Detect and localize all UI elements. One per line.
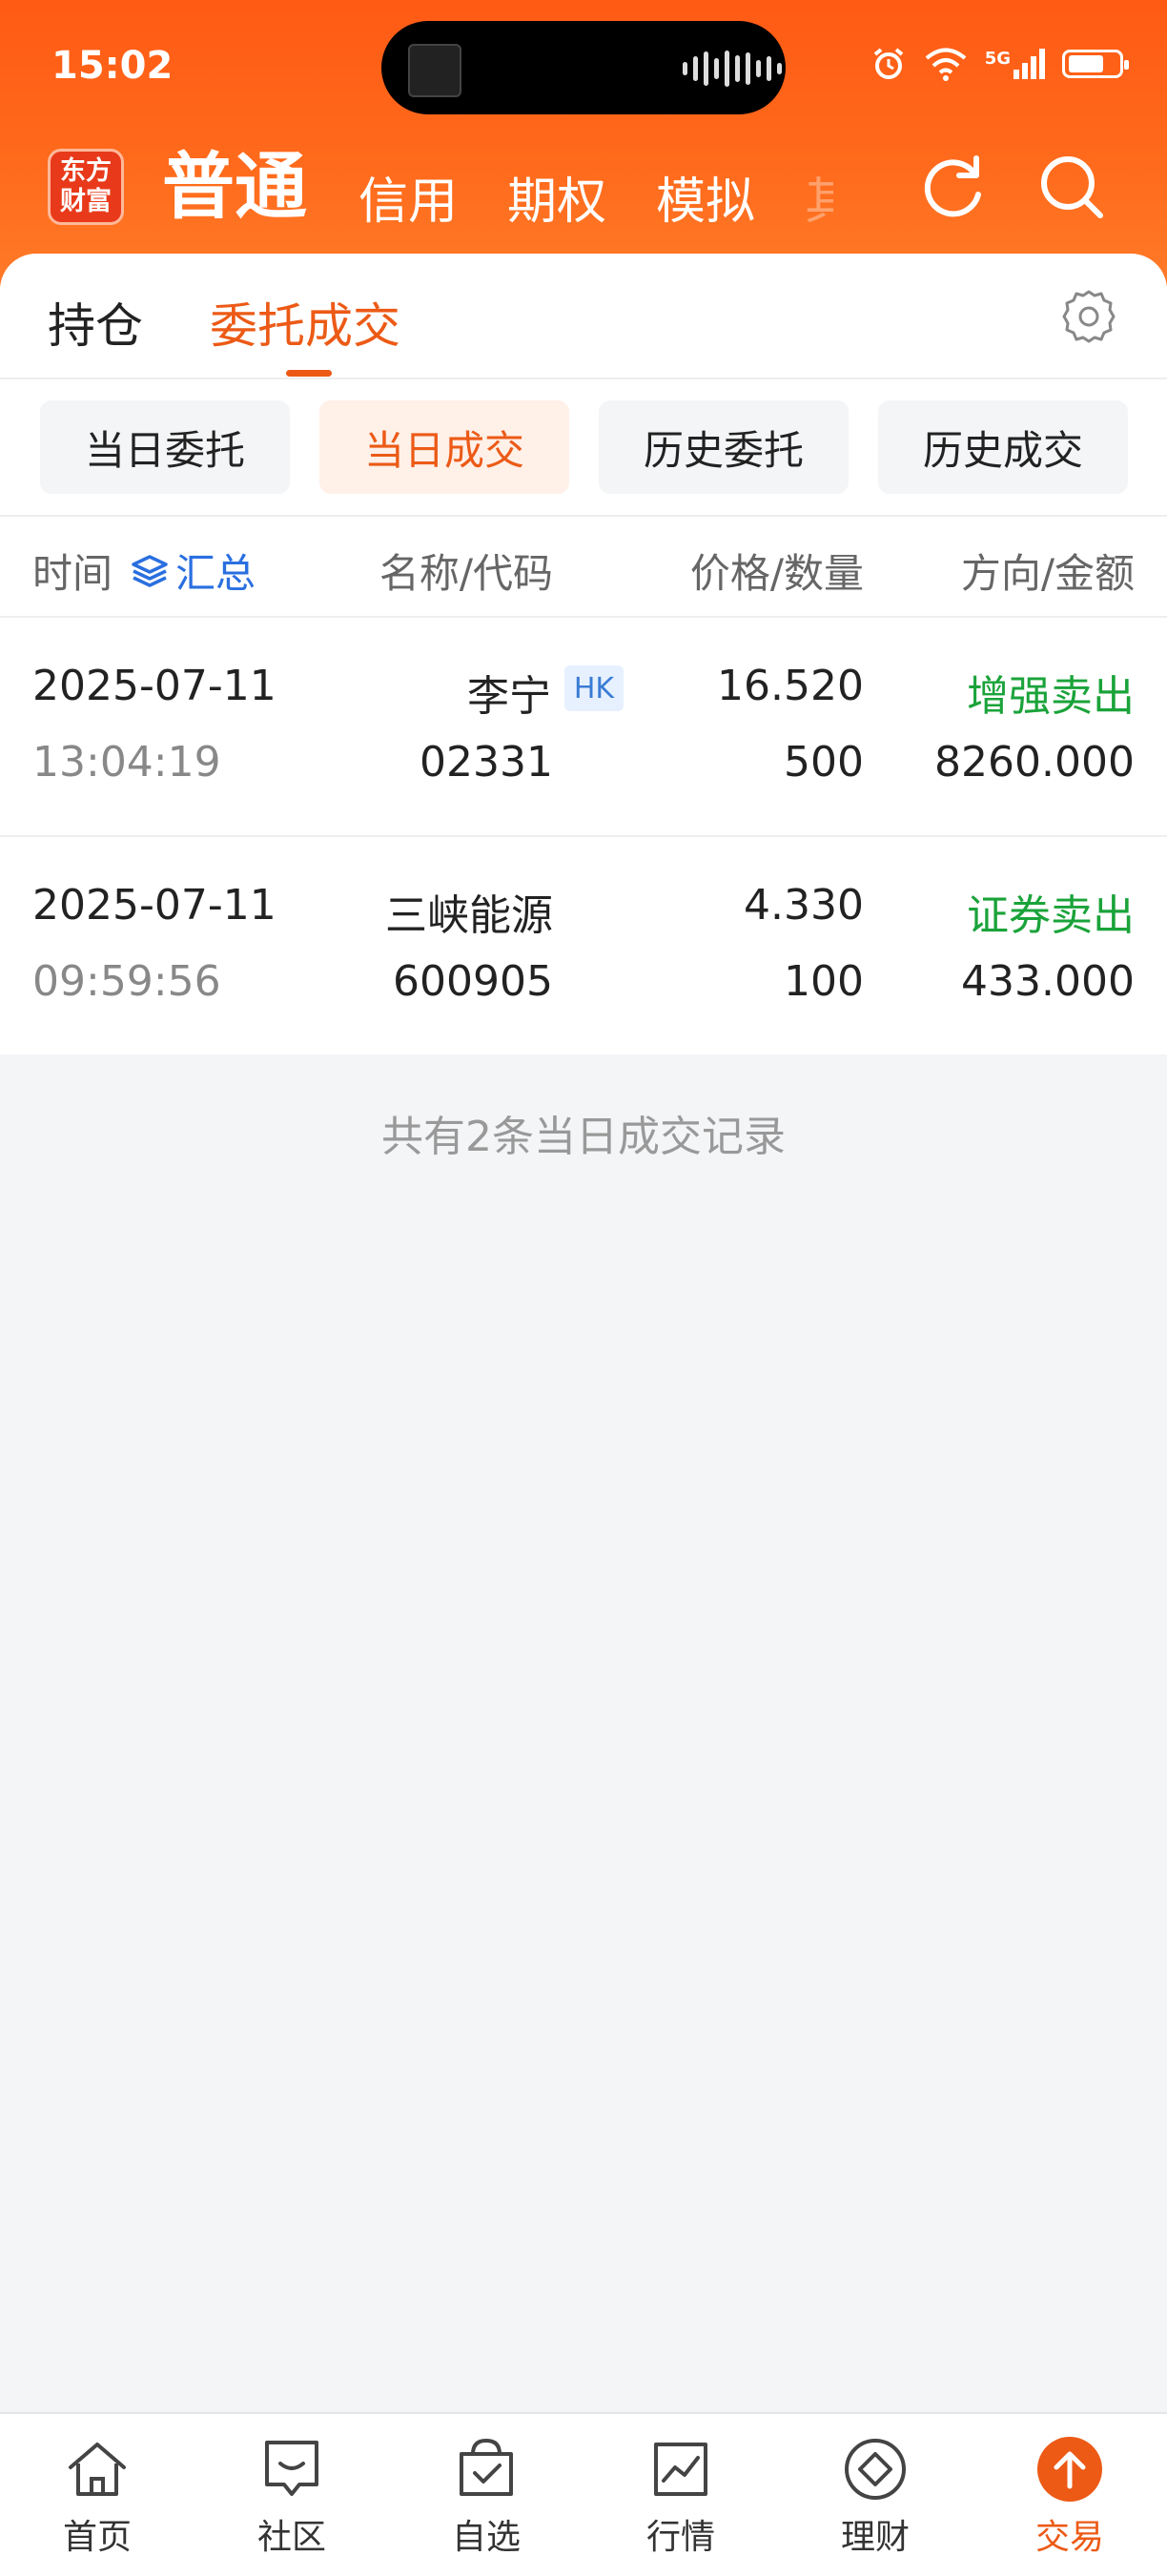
table-header: 时间 汇总 名称/代码 价格/数量 方向/金额 bbox=[0, 517, 1167, 618]
nav-trade[interactable]: 交易 bbox=[972, 2435, 1167, 2559]
logo-line2: 财富 bbox=[60, 187, 112, 216]
column-price-qty: 价格/数量 bbox=[689, 550, 864, 597]
status-icons: 5G bbox=[870, 46, 1129, 82]
tab-holdings[interactable]: 持仓 bbox=[48, 288, 143, 357]
wifi-icon bbox=[925, 48, 966, 81]
nav-trade-label: 交易 bbox=[1034, 2518, 1104, 2557]
trade-icon bbox=[1037, 2437, 1102, 2502]
trade-quantity: 100 bbox=[784, 957, 864, 1006]
stock-name: 李宁 bbox=[467, 672, 551, 721]
filter-history-trades[interactable]: 历史成交 bbox=[878, 400, 1128, 494]
stock-code: 600905 bbox=[393, 957, 553, 1006]
tab-credit[interactable]: 信用 bbox=[358, 161, 458, 233]
layers-icon bbox=[132, 554, 168, 587]
nav-wealth[interactable]: 理财 bbox=[778, 2435, 972, 2559]
nav-home[interactable]: 首页 bbox=[0, 2435, 194, 2559]
trade-date: 2025-07-11 bbox=[32, 662, 276, 710]
trade-amount: 8260.000 bbox=[934, 738, 1135, 787]
nav-community[interactable]: 社区 bbox=[194, 2435, 389, 2559]
trade-price: 4.330 bbox=[744, 881, 864, 930]
trade-price: 16.520 bbox=[717, 662, 864, 710]
trade-direction: 证券卖出 bbox=[967, 891, 1135, 940]
audio-wave-icon bbox=[683, 50, 782, 88]
media-thumbnail bbox=[408, 44, 461, 97]
tab-simulation[interactable]: 模拟 bbox=[656, 161, 755, 233]
main-panel: 持仓 委托成交 当日委托 当日成交 历史委托 历史成交 时间 汇总 名称/代码 … bbox=[0, 254, 1167, 1054]
tab-other[interactable]: 其 bbox=[805, 161, 833, 233]
community-icon bbox=[265, 2441, 318, 2496]
market-badge: HK bbox=[564, 665, 624, 711]
nav-market[interactable]: 行情 bbox=[584, 2435, 778, 2559]
subtab-bar: 持仓 委托成交 bbox=[0, 254, 1167, 379]
column-name-code: 名称/代码 bbox=[379, 550, 553, 597]
column-direction-amount: 方向/金额 bbox=[960, 550, 1135, 597]
active-tab-indicator bbox=[286, 370, 332, 377]
app-logo: 东方 财富 bbox=[48, 149, 124, 225]
trade-time: 13:04:19 bbox=[32, 738, 221, 787]
search-icon[interactable] bbox=[1035, 151, 1108, 223]
trade-amount: 433.000 bbox=[961, 957, 1135, 1006]
trade-time: 09:59:56 bbox=[32, 957, 221, 1006]
trade-filter-bar: 当日委托 当日成交 历史委托 历史成交 bbox=[0, 379, 1167, 517]
account-type-tabs: 普通 信用 期权 模拟 其 bbox=[162, 137, 833, 233]
filter-history-orders[interactable]: 历史委托 bbox=[599, 400, 849, 494]
logo-line1: 东方 bbox=[60, 156, 112, 186]
tab-options[interactable]: 期权 bbox=[507, 161, 606, 233]
nav-community-label: 社区 bbox=[256, 2518, 326, 2557]
table-row[interactable]: 2025-07-11 09:59:56 三峡能源 600905 4.330 10… bbox=[0, 837, 1167, 1054]
filter-today-trades[interactable]: 当日成交 bbox=[319, 400, 569, 494]
tab-orders-trades[interactable]: 委托成交 bbox=[210, 288, 400, 357]
column-time: 时间 bbox=[32, 550, 113, 597]
trade-quantity: 500 bbox=[784, 738, 864, 787]
home-icon bbox=[69, 2443, 126, 2496]
nav-wealth-label: 理财 bbox=[840, 2518, 910, 2557]
nav-watchlist[interactable]: 自选 bbox=[389, 2435, 584, 2559]
battery-icon bbox=[1062, 50, 1129, 78]
gear-icon[interactable] bbox=[1058, 286, 1119, 347]
summary-label: 汇总 bbox=[175, 550, 256, 597]
stock-code: 02331 bbox=[420, 738, 553, 787]
dynamic-island bbox=[381, 21, 786, 114]
refresh-icon[interactable] bbox=[917, 151, 990, 223]
trade-direction: 增强卖出 bbox=[967, 672, 1135, 721]
watchlist-icon bbox=[460, 2438, 513, 2496]
network-type: 5G bbox=[984, 49, 1011, 69]
nav-home-label: 首页 bbox=[62, 2518, 132, 2557]
wealth-icon bbox=[845, 2439, 906, 2500]
market-icon bbox=[654, 2443, 707, 2496]
filter-today-orders[interactable]: 当日委托 bbox=[40, 400, 290, 494]
app-header: 15:02 5G 东方 财富 普通 信用 期权 模拟 其 bbox=[0, 0, 1167, 286]
stock-name: 三峡能源 bbox=[385, 891, 553, 940]
alarm-icon bbox=[873, 48, 903, 79]
record-count-note: 共有2条当日成交记录 bbox=[381, 1113, 786, 1161]
signal-icon: 5G bbox=[985, 49, 1045, 79]
bottom-nav: 首页 社区 自选 行情 理财 交易 bbox=[0, 2412, 1167, 2576]
trade-date: 2025-07-11 bbox=[32, 881, 276, 930]
status-time: 15:02 bbox=[51, 44, 174, 88]
summary-toggle[interactable]: 汇总 bbox=[130, 542, 256, 600]
table-row[interactable]: 2025-07-11 13:04:19 李宁 HK 02331 16.520 5… bbox=[0, 618, 1167, 837]
tab-normal[interactable]: 普通 bbox=[162, 128, 307, 233]
nav-market-label: 行情 bbox=[645, 2518, 715, 2557]
nav-watchlist-label: 自选 bbox=[451, 2518, 521, 2557]
